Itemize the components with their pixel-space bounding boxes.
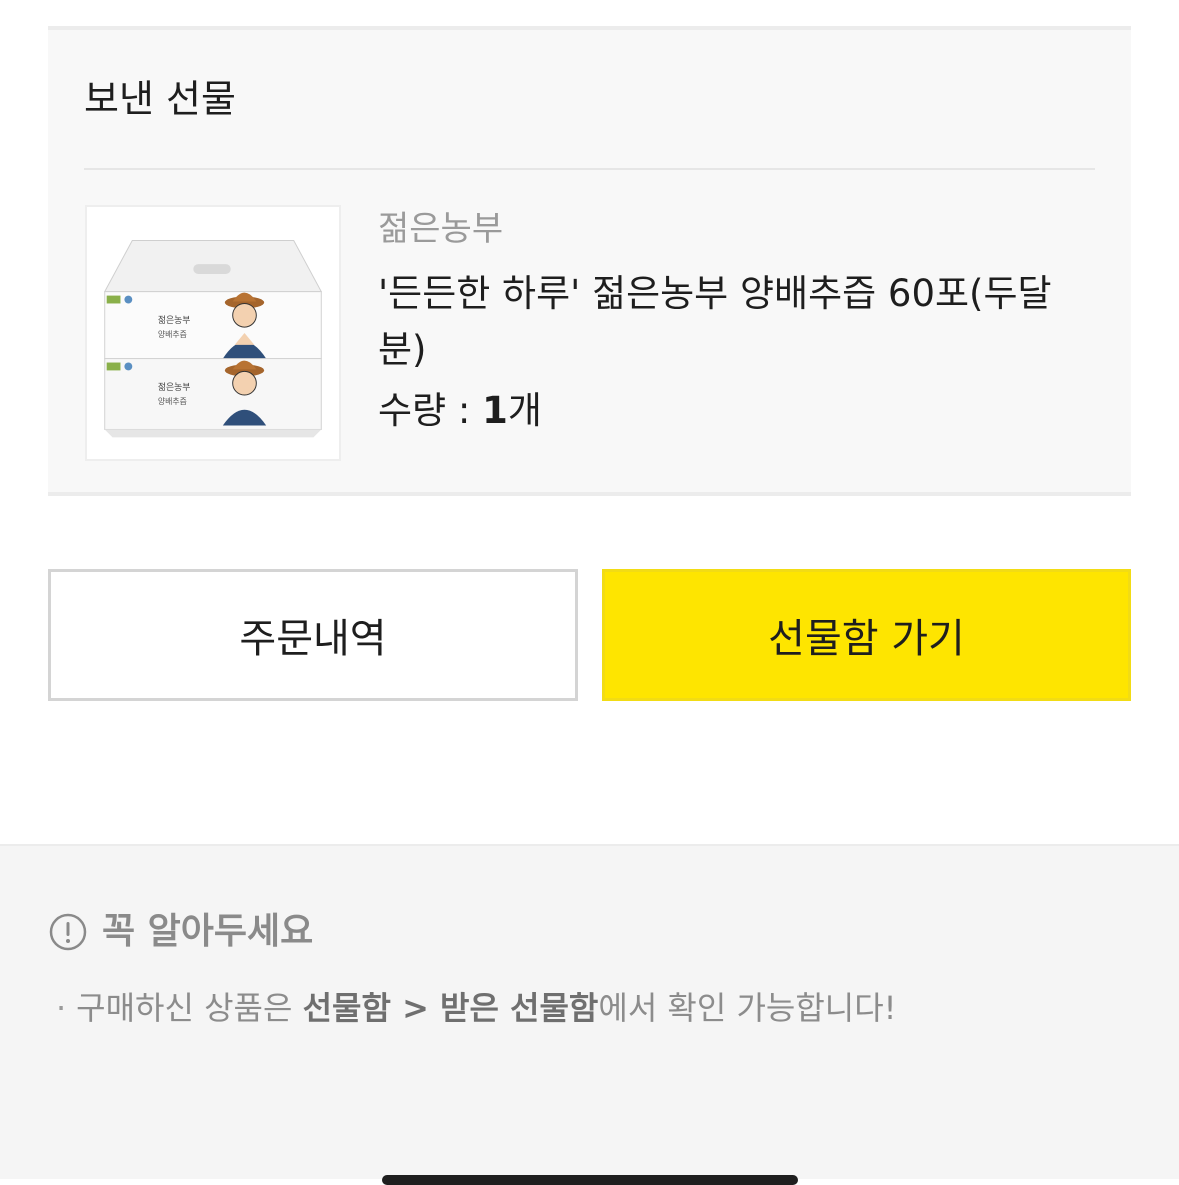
product-brand: 젊은농부 [378,209,504,249]
divider [84,168,1095,170]
notice-header: 꼭 알아두세요 [48,910,313,954]
notice-highlight: 선물함 > 받은 선물함 [302,989,599,1027]
product-name[interactable]: '든든한 하루' 젊은농부 양배추즙 60포(두달분) [378,266,1078,378]
sent-gift-card: 보낸 선물 젊은농부 양배추즙 젊은농부 양배추즙 젊은농부 '든든한 하루' … [48,26,1131,496]
home-indicator[interactable] [382,1175,798,1185]
quantity-unit: 개 [507,389,542,432]
info-icon [49,913,87,951]
product-box-image: 젊은농부 양배추즙 젊은농부 양배추즙 [103,239,323,438]
section-title: 보낸 선물 [84,77,236,121]
package-product-bottom: 양배추즙 [158,397,187,406]
order-history-button[interactable]: 주문내역 [48,569,578,701]
product-quantity: 수량 : 1개 [378,388,542,434]
package-product-top: 양배추즙 [158,330,187,339]
go-to-giftbox-button[interactable]: 선물함 가기 [602,569,1131,701]
quantity-value: 1 [482,389,508,432]
bullet-dot: · [56,989,67,1027]
notice-text: · 구매하신 상품은 선물함 > 받은 선물함에서 확인 가능합니다! [56,986,897,1030]
quantity-label: 수량 : [378,389,483,432]
package-brand-bottom: 젊은농부 [158,381,191,393]
package-brand-top: 젊은농부 [158,314,191,326]
notice-prefix: 구매하신 상품은 [76,989,303,1027]
notice-section: 꼭 알아두세요 · 구매하신 상품은 선물함 > 받은 선물함에서 확인 가능합니… [0,844,1179,1179]
notice-suffix: 에서 확인 가능합니다! [598,989,897,1027]
product-thumbnail[interactable]: 젊은농부 양배추즙 젊은농부 양배추즙 [85,205,341,461]
notice-title: 꼭 알아두세요 [102,911,314,952]
